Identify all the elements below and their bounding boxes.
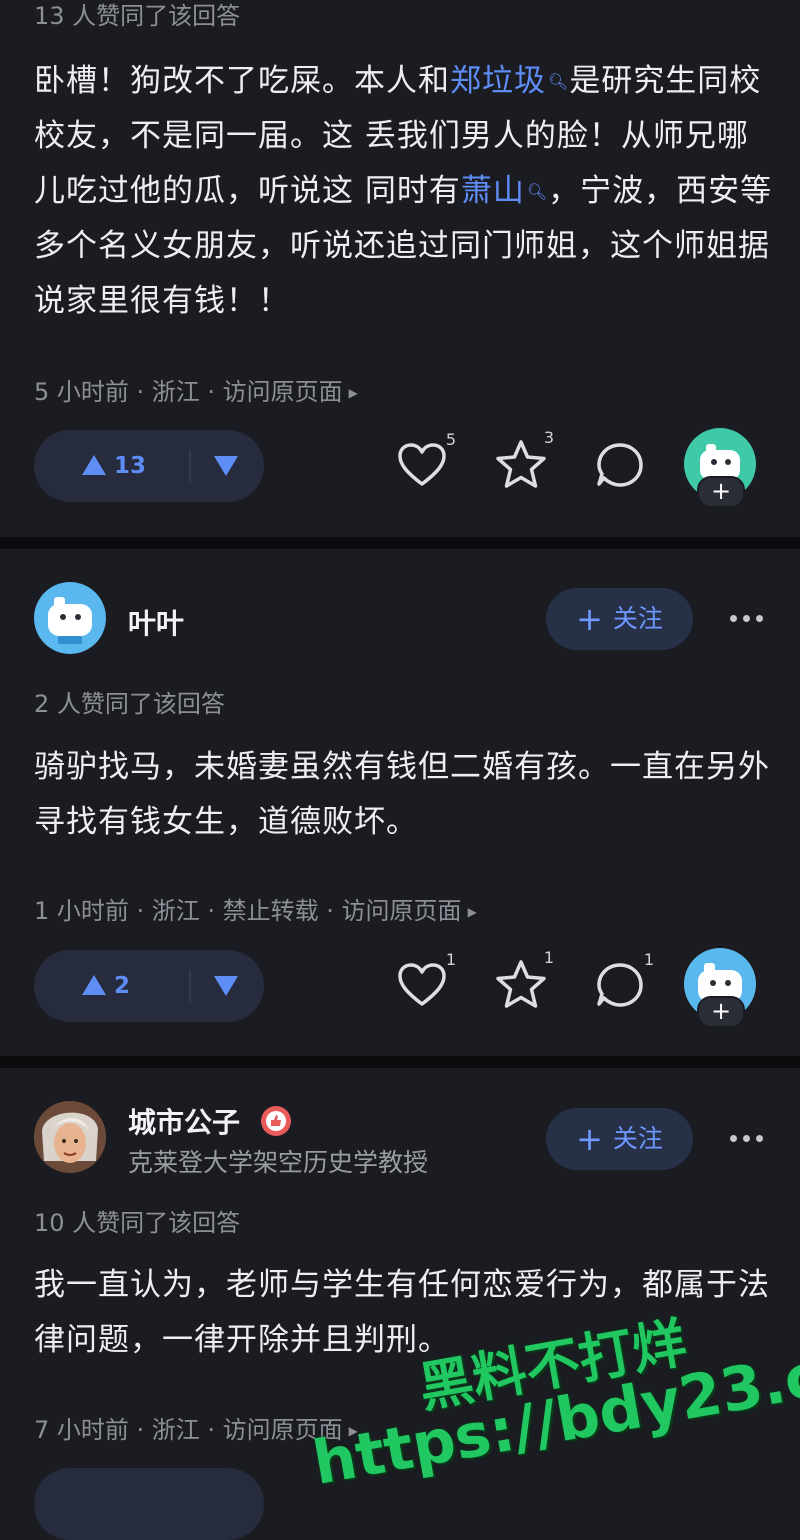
favorite-count: 1	[543, 948, 554, 967]
search-icon: 🔍︎	[548, 72, 570, 91]
upvote-count: 13	[114, 453, 147, 479]
follow-plus-button[interactable]: +	[697, 476, 745, 508]
agree-count: 2 人赞同了该回答	[34, 690, 225, 718]
comment-icon	[597, 443, 643, 487]
upvote-icon	[82, 975, 106, 995]
default-avatar-icon	[48, 597, 92, 644]
answer-body: 骑驴找马，未婚妻虽然有钱但二婚有孩。一直在另外寻找有钱女生，道德败坏。	[34, 749, 770, 840]
comment-icon	[597, 963, 643, 1007]
avatar[interactable]	[34, 1101, 106, 1173]
like-button[interactable]: 1	[396, 950, 456, 1016]
vote-control	[34, 1468, 264, 1540]
username[interactable]: 叶叶	[128, 602, 184, 642]
more-icon-dot	[743, 1135, 750, 1142]
avatar[interactable]	[34, 582, 106, 654]
heart-icon	[398, 443, 446, 486]
vote-control: 13	[34, 430, 264, 502]
more-icon-dot	[756, 1135, 763, 1142]
more-icon	[730, 615, 737, 622]
user-headline: 克莱登大学架空历史学教授	[128, 1148, 429, 1177]
downvote-button[interactable]	[214, 456, 238, 480]
vote-divider	[189, 450, 191, 482]
plus-icon: +	[710, 997, 732, 1025]
answer-card-2: 叶叶 + 关注 2 人赞同了该回答 骑驴找马，未婚妻虽然有钱但二婚有孩。一直在另外…	[0, 549, 800, 1056]
agree-count: 13 人赞同了该回答	[34, 2, 241, 30]
more-button[interactable]	[728, 615, 768, 625]
answer-meta[interactable]: 5 小时前 · 浙江 · 访问原页面 ▶	[34, 372, 358, 407]
plus-icon: +	[576, 1120, 603, 1158]
answer-card-1: 13 人赞同了该回答 卧槽！狗改不了吃屎。本人和郑垃圾 🔍︎是研究生同校校友，不是…	[0, 0, 800, 537]
downvote-icon	[214, 976, 238, 996]
favorite-count: 3	[543, 428, 554, 447]
star-icon	[496, 960, 546, 1008]
answer-body: 卧槽！狗改不了吃屎。本人和郑垃圾 🔍︎是研究生同校校友，不是同一届。这 丢我们男人…	[34, 54, 774, 329]
username[interactable]: 城市公子	[128, 1101, 292, 1141]
star-icon	[496, 440, 546, 488]
vote-control: 2	[34, 950, 264, 1022]
downvote-button[interactable]	[214, 976, 238, 1000]
search-link[interactable]: 郑垃圾 🔍︎	[450, 63, 569, 99]
favorite-button[interactable]: 3	[494, 428, 554, 494]
plus-icon: +	[710, 477, 732, 505]
favorite-button[interactable]: 1	[494, 948, 554, 1014]
search-link[interactable]: 萧山 🔍︎	[461, 173, 548, 209]
character-avatar-icon	[34, 1101, 106, 1173]
follow-plus-button[interactable]: +	[697, 996, 745, 1028]
answer-meta[interactable]: 1 小时前 · 浙江 · 禁止转载 · 访问原页面 ▶	[34, 891, 477, 926]
comment-button[interactable]	[594, 440, 650, 496]
plus-icon: +	[576, 600, 603, 638]
caret-right-icon: ▶	[467, 905, 477, 919]
divider	[0, 537, 800, 549]
upvote-button[interactable]: 13	[82, 430, 146, 502]
upvote-button[interactable]: 2	[82, 950, 130, 1022]
comment-count: 1	[643, 950, 654, 969]
like-count: 1	[445, 950, 456, 969]
caret-right-icon: ▶	[348, 386, 358, 400]
downvote-icon	[214, 456, 238, 476]
upvote-icon	[82, 455, 106, 475]
more-icon-dot	[756, 615, 763, 622]
follow-button[interactable]: + 关注	[546, 1108, 693, 1170]
vote-divider	[189, 970, 191, 1002]
like-count: 5	[445, 430, 456, 449]
verified-badge-icon	[260, 1106, 291, 1136]
more-icon-dot	[743, 615, 750, 622]
follow-button[interactable]: + 关注	[546, 588, 693, 650]
more-button[interactable]	[728, 1135, 768, 1145]
search-icon: 🔍︎	[526, 182, 549, 201]
like-button[interactable]: 5	[396, 430, 456, 496]
more-icon	[730, 1135, 737, 1142]
agree-count: 10 人赞同了该回答	[34, 1209, 241, 1237]
heart-icon	[398, 963, 446, 1006]
comment-button[interactable]: 1	[594, 950, 654, 1016]
upvote-count: 2	[114, 973, 131, 999]
divider	[0, 1056, 800, 1068]
answer-text: 卧槽！狗改不了吃屎。本人和	[34, 63, 450, 99]
